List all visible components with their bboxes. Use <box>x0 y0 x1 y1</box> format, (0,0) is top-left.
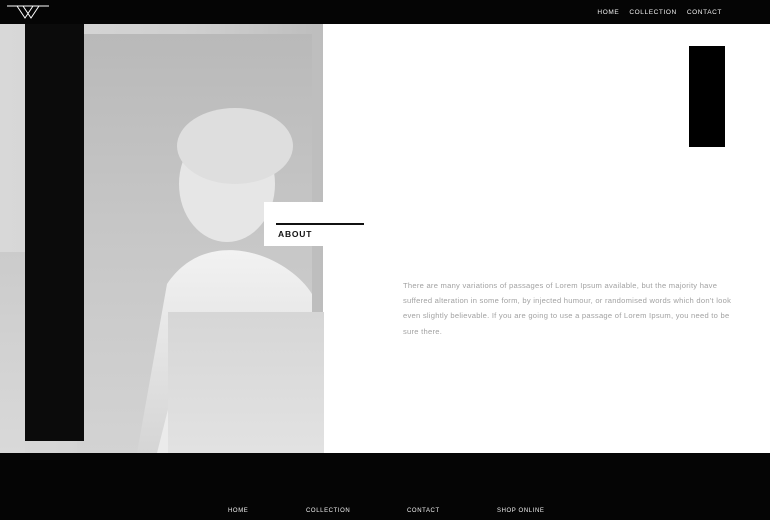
footer-home-link[interactable]: HOME <box>228 508 248 514</box>
photo-fragment-left <box>0 252 25 453</box>
footer-contact-link[interactable]: CONTACT <box>407 508 440 514</box>
decorative-black-strip <box>25 24 84 441</box>
section-title: ABOUT <box>278 229 313 239</box>
hero-section: ABOUT There are many variations of passa… <box>0 24 770 453</box>
nav-contact-link[interactable]: CONTACT <box>687 9 722 16</box>
triangle-logo-icon[interactable] <box>7 4 49 20</box>
decorative-black-rectangle <box>689 46 725 147</box>
footer-shop-online-link[interactable]: SHOP ONLINE <box>497 508 545 514</box>
about-paragraph: There are many variations of passages of… <box>403 280 732 336</box>
footer-collection-link[interactable]: COLLECTION <box>306 508 350 514</box>
footer: HOME COLLECTION CONTACT SHOP ONLINE <box>0 453 770 520</box>
footer-nav: HOME COLLECTION CONTACT SHOP ONLINE <box>0 508 770 518</box>
about-underline <box>276 223 364 225</box>
top-navigation-bar: HOME COLLECTION CONTACT <box>0 0 770 24</box>
top-nav: HOME COLLECTION CONTACT <box>597 0 722 24</box>
nav-collection-link[interactable]: COLLECTION <box>629 9 677 16</box>
photo-fragment-right <box>168 312 324 453</box>
about-label-box: ABOUT <box>264 202 364 246</box>
nav-home-link[interactable]: HOME <box>597 9 619 16</box>
